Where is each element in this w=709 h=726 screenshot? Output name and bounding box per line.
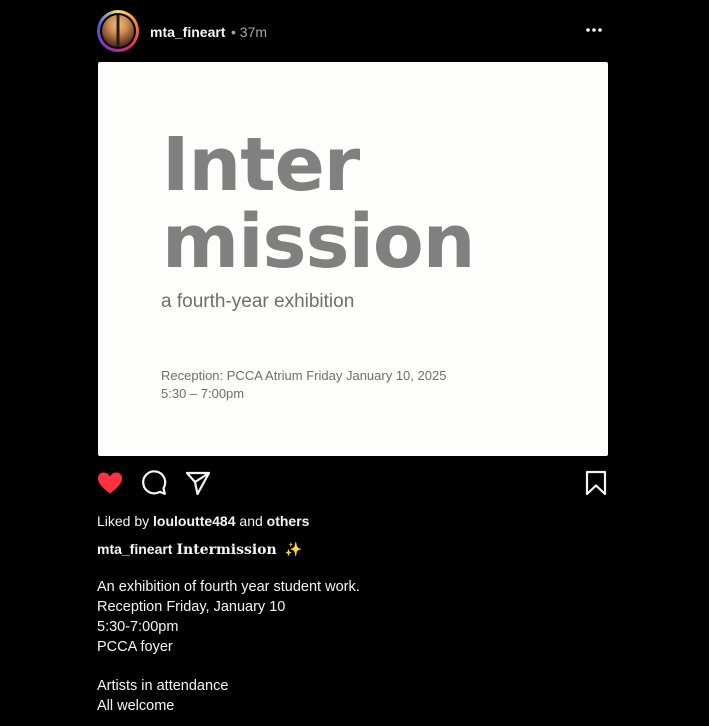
- post-actions: [96, 469, 610, 499]
- bookmark-icon[interactable]: [582, 469, 610, 497]
- caption-line: 5:30-7:00pm: [97, 619, 179, 635]
- caption-line: Artists in attendance: [97, 678, 229, 694]
- caption-line: An exhibition of fourth year student wor…: [97, 579, 360, 595]
- post-header: mta_fineart • 37m: [97, 10, 609, 54]
- caption-header: mta_fineart 𝐈𝐧𝐭𝐞𝐫𝐦𝐢𝐬𝐬𝐢𝐨𝐧 ✨: [97, 541, 302, 558]
- image-subtitle: a fourth-year exhibition: [161, 291, 355, 312]
- comment-icon[interactable]: [140, 469, 168, 497]
- likes-prefix: Liked by: [97, 513, 150, 529]
- image-title-line1: Inter: [162, 122, 360, 208]
- likes-others-link[interactable]: others: [267, 513, 310, 529]
- avatar-image: [102, 15, 134, 47]
- heart-icon[interactable]: [96, 469, 124, 497]
- caption-line: Reception Friday, January 10: [97, 599, 286, 615]
- image-title-line2: mission: [162, 199, 475, 285]
- caption-line: PCCA foyer: [97, 639, 173, 655]
- more-icon[interactable]: [579, 20, 609, 40]
- caption-username[interactable]: mta_fineart: [97, 541, 172, 557]
- sparkles-icon: ✨: [284, 541, 303, 557]
- image-reception-line2: 5:30 – 7:00pm: [161, 386, 245, 401]
- caption-title: 𝐈𝐧𝐭𝐞𝐫𝐦𝐢𝐬𝐬𝐢𝐨𝐧: [176, 542, 277, 558]
- post-image[interactable]: Inter mission a fourth-year exhibition R…: [98, 62, 608, 456]
- likes-summary: Liked by louloutte484 and others: [97, 513, 309, 529]
- image-reception-line1: Reception: PCCA Atrium Friday January 10…: [161, 368, 447, 383]
- avatar[interactable]: [97, 10, 139, 52]
- post-username[interactable]: mta_fineart: [150, 24, 225, 40]
- caption-line: All welcome: [97, 698, 175, 714]
- likes-and: and: [239, 513, 263, 529]
- likes-user-link[interactable]: louloutte484: [153, 513, 235, 529]
- post-time: • 37m: [231, 24, 268, 40]
- share-icon[interactable]: [184, 469, 212, 497]
